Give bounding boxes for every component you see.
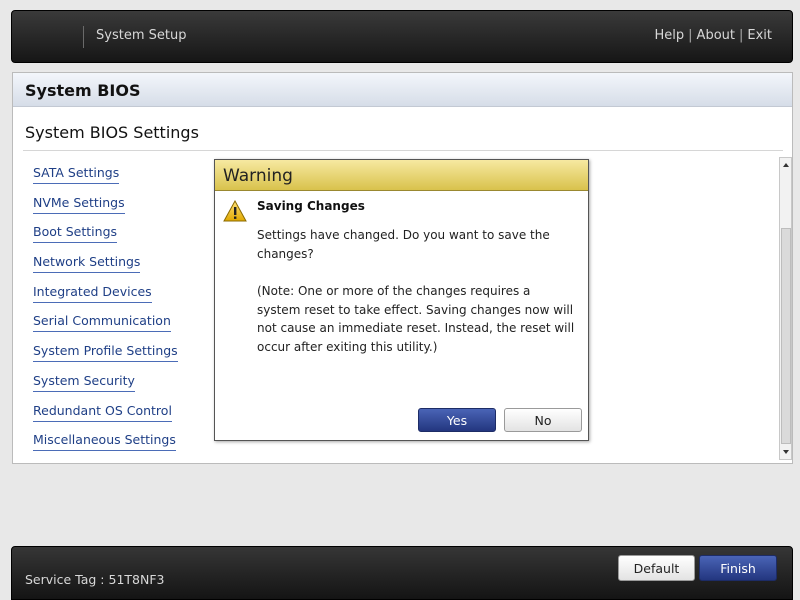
page-title-divider: [23, 150, 783, 151]
settings-item-system-profile[interactable]: System Profile Settings: [33, 339, 213, 369]
about-link[interactable]: About: [697, 28, 735, 43]
settings-item-label[interactable]: Boot Settings: [33, 224, 118, 244]
settings-item-label[interactable]: SATA Settings: [33, 165, 120, 184]
link-separator: |: [738, 28, 744, 43]
service-tag: Service Tag : 51T8NF3: [25, 572, 165, 587]
exit-link[interactable]: Exit: [747, 28, 772, 43]
settings-item-system-security[interactable]: System Security: [33, 369, 213, 399]
app-title: System Setup: [96, 28, 187, 43]
default-button[interactable]: Default: [618, 555, 695, 581]
scrollbar-thumb[interactable]: [781, 228, 791, 444]
settings-item-miscellaneous[interactable]: Miscellaneous Settings: [33, 428, 213, 458]
settings-item-label[interactable]: Network Settings: [33, 254, 141, 274]
dialog-message: Settings have changed. Do you want to sa…: [257, 228, 550, 261]
settings-item-network[interactable]: Network Settings: [33, 250, 213, 280]
scroll-up-arrow-icon[interactable]: [781, 159, 791, 171]
link-separator: |: [688, 28, 693, 43]
settings-item-integrated-devices[interactable]: Integrated Devices: [33, 280, 213, 310]
no-button[interactable]: No: [504, 408, 582, 432]
bottom-bar: Service Tag : 51T8NF3 Default Finish: [11, 546, 793, 600]
header-links: Help | About | Exit: [655, 28, 772, 43]
header-divider: [83, 26, 84, 48]
finish-button[interactable]: Finish: [699, 555, 777, 581]
settings-item-sata[interactable]: SATA Settings: [33, 161, 213, 191]
settings-item-label[interactable]: Serial Communication: [33, 313, 171, 333]
settings-item-label[interactable]: Integrated Devices: [33, 284, 152, 303]
help-link[interactable]: Help: [655, 28, 685, 43]
warning-dialog: Warning Saving Changes Settings have cha…: [214, 159, 589, 441]
settings-item-redundant-os[interactable]: Redundant OS Control: [33, 399, 213, 429]
dialog-note: (Note: One or more of the changes requir…: [257, 284, 575, 354]
section-title: System BIOS: [25, 81, 141, 100]
yes-button[interactable]: Yes: [418, 408, 496, 432]
settings-item-label[interactable]: System Security: [33, 373, 135, 392]
scroll-down-arrow-icon[interactable]: [781, 446, 791, 458]
section-header: System BIOS: [13, 73, 792, 107]
vertical-scrollbar[interactable]: [779, 157, 792, 460]
settings-item-label[interactable]: Miscellaneous Settings: [33, 432, 176, 452]
settings-item-serial-communication[interactable]: Serial Communication: [33, 309, 213, 339]
settings-item-boot[interactable]: Boot Settings: [33, 220, 213, 250]
settings-list: SATA Settings NVMe Settings Boot Setting…: [33, 161, 213, 458]
settings-item-label[interactable]: System Profile Settings: [33, 343, 178, 363]
warning-triangle-icon: [223, 200, 247, 222]
settings-item-label[interactable]: NVMe Settings: [33, 195, 125, 214]
dialog-subtitle: Saving Changes: [257, 199, 365, 213]
settings-item-label[interactable]: Redundant OS Control: [33, 403, 172, 422]
top-bar: System Setup Help | About | Exit: [11, 10, 793, 63]
dialog-header: Warning: [215, 160, 588, 191]
settings-item-nvme[interactable]: NVMe Settings: [33, 191, 213, 221]
page-title: System BIOS Settings: [25, 123, 199, 142]
dialog-title: Warning: [223, 166, 293, 186]
